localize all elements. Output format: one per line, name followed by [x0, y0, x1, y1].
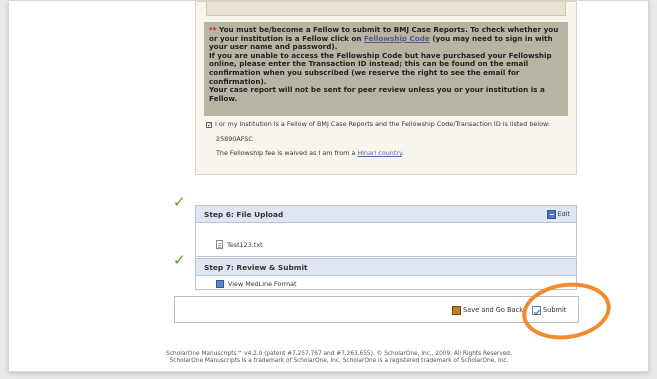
- save-and-go-back-button[interactable]: Save and Go Back: [452, 303, 523, 317]
- edit-icon: [546, 209, 556, 219]
- view-medline-button[interactable]: View MedLine Format: [216, 280, 297, 288]
- file-icon: [216, 240, 223, 249]
- footer-copyright: ScholarOne Manuscripts™ v4.2.0 (patent #…: [166, 351, 512, 357]
- footer: ScholarOne Manuscripts™ v4.2.0 (patent #…: [119, 351, 559, 365]
- edit-label: Edit: [557, 210, 570, 218]
- waiver-text: The Fellowship fee is waived as I am fro…: [216, 149, 358, 157]
- notice-line-2: If you are unable to access the Fellowsh…: [209, 50, 552, 86]
- waiver-text-end: .: [401, 149, 404, 157]
- save-label: Save and Go Back: [463, 306, 524, 314]
- step7-checkmark-icon: ✓: [173, 251, 186, 269]
- step6-file-upload: Step 6: File Upload Edit Test123.txt: [195, 205, 577, 257]
- step6-checkmark-icon: ✓: [173, 193, 186, 211]
- fellowship-fee-section: ** You must be/become a Fellow to submit…: [195, 1, 577, 175]
- fellowship-code-link[interactable]: Fellowship Code: [364, 34, 430, 43]
- footer-trademark: ScholarOne Manuscripts is a trademark of…: [169, 358, 509, 364]
- save-icon: [452, 305, 461, 315]
- photo-frame: ** You must be/become a Fellow to submit…: [8, 0, 649, 372]
- previous-option-strip: [206, 2, 566, 16]
- step7-title: Step 7: Review & Submit: [204, 263, 308, 272]
- action-bar: Save and Go Back Submit: [174, 296, 579, 323]
- step7-review-submit: Step 7: Review & Submit View MedLine For…: [195, 258, 577, 290]
- fellow-checkbox[interactable]: ✓: [206, 122, 212, 129]
- notice-line-3: Your case report will not be sent for pe…: [209, 85, 545, 103]
- step7-header: Step 7: Review & Submit: [196, 259, 576, 276]
- hinari-country-link[interactable]: Hinari country: [357, 149, 402, 157]
- fee-waiver-row: The Fellowship fee is waived as I am fro…: [216, 149, 404, 157]
- fellowship-code-value: 25890AFSC: [216, 135, 253, 143]
- submission-page: ** You must be/become a Fellow to submit…: [9, 1, 648, 371]
- step6-header: Step 6: File Upload Edit: [196, 206, 576, 223]
- medline-label: View MedLine Format: [228, 280, 297, 288]
- edit-button[interactable]: Edit: [546, 209, 570, 219]
- uploaded-file-row[interactable]: Test123.txt: [216, 240, 263, 249]
- fellowship-notice: ** You must be/become a Fellow to submit…: [204, 22, 568, 116]
- uploaded-file-name: Test123.txt: [227, 240, 263, 249]
- fellow-agreement-text: I or my institution is a Fellow of BMJ C…: [215, 120, 551, 128]
- document-icon: [216, 280, 224, 288]
- step6-title: Step 6: File Upload: [204, 210, 284, 219]
